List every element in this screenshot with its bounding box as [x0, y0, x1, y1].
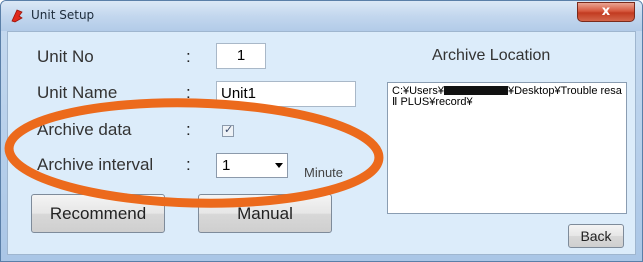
dialog-body: Unit No : 1 Unit Name : Unit1 Archive da… — [7, 31, 636, 255]
unit-no-colon: : — [186, 47, 191, 66]
archive-interval-label: Archive interval — [37, 155, 154, 174]
archive-interval-colon: : — [186, 155, 191, 174]
minute-label: Minute — [304, 165, 344, 180]
archive-location-box: C:¥Users¥ ¥Desktop¥Trouble resa Ⅱ PLUS¥re… — [387, 82, 627, 214]
unit-name-label: Unit Name — [37, 83, 118, 102]
unit-name-colon: : — [186, 83, 191, 102]
close-button[interactable]: x — [577, 2, 635, 22]
back-button[interactable]: Back — [568, 224, 624, 248]
window-title: Unit Setup — [31, 8, 95, 22]
manual-button[interactable]: Manual — [198, 194, 332, 233]
chevron-down-icon — [275, 163, 283, 168]
redacted-username — [443, 86, 508, 95]
unit-no-field[interactable]: 1 — [216, 43, 266, 69]
archive-data-colon: : — [186, 120, 191, 139]
unit-no-label: Unit No — [37, 47, 94, 66]
archive-data-checkbox[interactable]: ✓ — [222, 123, 234, 137]
archive-data-label: Archive data — [37, 120, 132, 139]
unit-name-value: Unit1 — [221, 85, 257, 102]
close-icon: x — [601, 4, 611, 19]
unit-setup-window: Unit Setup x Unit No : 1 Unit Name : Uni… — [0, 0, 643, 262]
unit-no-value: 1 — [236, 47, 246, 64]
unit-name-field[interactable]: Unit1 — [216, 81, 356, 107]
checkmark-icon: ✓ — [224, 123, 234, 136]
app-icon — [11, 9, 23, 23]
archive-interval-value: 1 — [222, 157, 231, 174]
archive-interval-select[interactable]: 1 — [216, 153, 288, 178]
archive-location-title: Archive Location — [432, 47, 551, 64]
recommend-button[interactable]: Recommend — [31, 194, 165, 233]
title-bar[interactable]: Unit Setup x — [1, 1, 642, 31]
